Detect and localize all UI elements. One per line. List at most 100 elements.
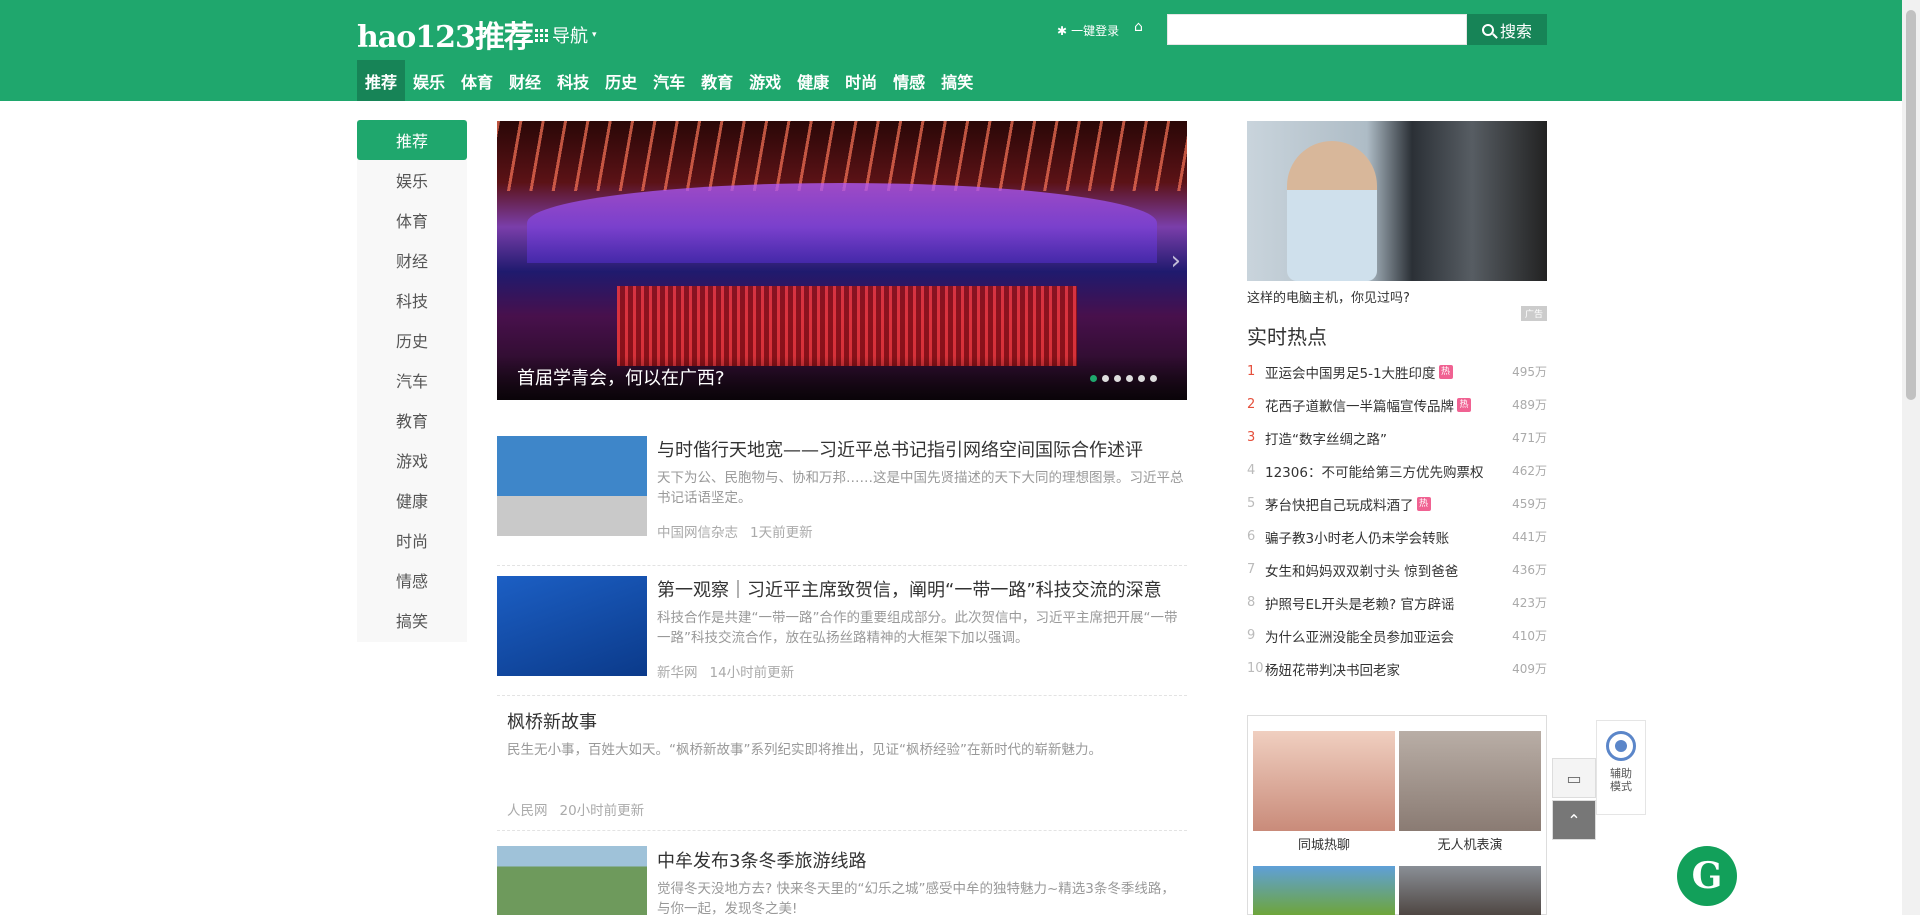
category-tab[interactable]: 健康 bbox=[789, 60, 837, 101]
category-tab[interactable]: 科技 bbox=[549, 60, 597, 101]
message-icon[interactable]: ▭ bbox=[1552, 758, 1596, 798]
hot-text[interactable]: 为什么亚洲没能全员参加亚运会 bbox=[1265, 626, 1454, 646]
hot-item[interactable]: 1 亚运会中国男足5-1大胜印度热 495万 bbox=[1247, 355, 1547, 388]
feed-title[interactable]: 中牟发布3条冬季旅游线路 bbox=[657, 847, 866, 873]
feed-title[interactable]: 枫桥新故事 bbox=[507, 708, 597, 734]
logo[interactable]: hao123推荐 bbox=[357, 12, 534, 56]
rec-card[interactable] bbox=[1253, 866, 1395, 915]
sidebar-item[interactable]: 健康 bbox=[357, 480, 467, 520]
sidebar-item[interactable]: 科技 bbox=[357, 280, 467, 320]
scrollbar-thumb[interactable] bbox=[1906, 10, 1916, 400]
hot-item[interactable]: 9 为什么亚洲没能全员参加亚运会 410万 bbox=[1247, 619, 1547, 652]
ad-caption[interactable]: 这样的电脑主机，你见过吗? bbox=[1247, 287, 1547, 306]
sidebar-item[interactable]: 推荐 bbox=[357, 120, 467, 160]
sidebar-item[interactable]: 财经 bbox=[357, 240, 467, 280]
hot-text[interactable]: 茅台快把自己玩成料酒了 bbox=[1265, 494, 1414, 514]
hot-item[interactable]: 6 骗子教3小时老人仍未学会转账 441万 bbox=[1247, 520, 1547, 553]
sidebar-item[interactable]: 体育 bbox=[357, 200, 467, 240]
category-tab[interactable]: 情感 bbox=[885, 60, 933, 101]
rec-card[interactable] bbox=[1399, 866, 1541, 915]
hot-item[interactable]: 10 杨妞花带判决书回老家 409万 bbox=[1247, 652, 1547, 685]
hot-text[interactable]: 花西子道歉信一半篇幅宣传品牌 bbox=[1265, 395, 1454, 415]
carousel-dot[interactable] bbox=[1126, 375, 1133, 382]
login-link[interactable]: ✱ 一键登录 bbox=[1057, 22, 1119, 39]
category-tab[interactable]: 时尚 bbox=[837, 60, 885, 101]
ad-image[interactable] bbox=[1247, 121, 1547, 281]
hot-item[interactable]: 7 女生和妈妈双双剃寸头 惊到爸爸 436万 bbox=[1247, 553, 1547, 586]
feed-thumbnail[interactable] bbox=[497, 576, 647, 676]
assist-mode-button[interactable]: 辅助模式 bbox=[1596, 720, 1646, 815]
feed-time: 14小时前更新 bbox=[709, 665, 795, 681]
category-tab[interactable]: 教育 bbox=[693, 60, 741, 101]
feed-title[interactable]: 第一观察｜习近平主席致贺信，阐明“一带一路”科技交流的深意 bbox=[657, 576, 1162, 602]
rec-label[interactable]: 同城热聊 bbox=[1253, 834, 1395, 853]
sidebar-item[interactable]: 搞笑 bbox=[357, 600, 467, 640]
carousel[interactable]: › 首届学青会，何以在广西? bbox=[497, 121, 1187, 400]
feed-source: 中国网信杂志 bbox=[657, 525, 738, 541]
assist-label: 辅助模式 bbox=[1610, 767, 1632, 793]
sidebar-item[interactable]: 时尚 bbox=[357, 520, 467, 560]
chevron-down-icon: ▾ bbox=[592, 30, 597, 40]
sidebar-item[interactable]: 情感 bbox=[357, 560, 467, 600]
sidebar-item[interactable]: 教育 bbox=[357, 400, 467, 440]
carousel-dot[interactable] bbox=[1090, 375, 1097, 382]
feed-source: 新华网 bbox=[657, 665, 698, 681]
feed-thumbnail[interactable] bbox=[497, 436, 647, 536]
ad-tag[interactable]: 广告 bbox=[1520, 306, 1547, 321]
carousel-dot[interactable] bbox=[1150, 375, 1157, 382]
sidebar-item[interactable]: 历史 bbox=[357, 320, 467, 360]
hot-count: 489万 bbox=[1512, 398, 1547, 412]
sidebar-item[interactable]: 游戏 bbox=[357, 440, 467, 480]
category-tab[interactable]: 搞笑 bbox=[933, 60, 981, 101]
rec-image[interactable] bbox=[1253, 731, 1395, 831]
hot-item[interactable]: 4 12306：不可能给第三方优先购票权 462万 bbox=[1247, 454, 1547, 487]
search-input[interactable] bbox=[1167, 14, 1467, 45]
category-tab[interactable]: 娱乐 bbox=[405, 60, 453, 101]
feed-item[interactable]: 与时偕行天地宽——习近平总书记指引网络空间国际合作述评 天下为公、民胞物与、协和… bbox=[497, 436, 1187, 566]
hot-text[interactable]: 女生和妈妈双双剃寸头 惊到爸爸 bbox=[1265, 560, 1458, 580]
category-tab[interactable]: 财经 bbox=[501, 60, 549, 101]
header-inner: hao123推荐 导航 ▾ ✱ 一键登录 ⌂ 搜索 推荐 娱乐 体育 财经 科技 历史 汽车… bbox=[357, 0, 1547, 101]
hot-text[interactable]: 骗子教3小时老人仍未学会转账 bbox=[1265, 527, 1449, 547]
sidebar-item[interactable]: 娱乐 bbox=[357, 160, 467, 200]
hot-item[interactable]: 8 护照号EL开头是老赖? 官方辟谣 423万 bbox=[1247, 586, 1547, 619]
carousel-dot[interactable] bbox=[1102, 375, 1109, 382]
back-to-top-icon[interactable]: ⌃ bbox=[1552, 800, 1596, 840]
rec-image[interactable] bbox=[1399, 866, 1541, 915]
category-tab[interactable]: 历史 bbox=[597, 60, 645, 101]
hot-text[interactable]: 杨妞花带判决书回老家 bbox=[1265, 659, 1400, 679]
nav-label: 导航 bbox=[552, 26, 588, 47]
category-tab[interactable]: 体育 bbox=[453, 60, 501, 101]
hot-item[interactable]: 5 茅台快把自己玩成料酒了热 459万 bbox=[1247, 487, 1547, 520]
search-button[interactable]: 搜索 bbox=[1467, 14, 1547, 45]
nav-toggle[interactable]: 导航 ▾ bbox=[535, 22, 597, 48]
hot-text[interactable]: 打造“数字丝绸之路” bbox=[1265, 428, 1387, 448]
sidebar-item[interactable]: 汽车 bbox=[357, 360, 467, 400]
category-tab[interactable]: 游戏 bbox=[741, 60, 789, 101]
feed-thumbnail[interactable] bbox=[497, 846, 647, 915]
brand-badge-icon[interactable]: G bbox=[1677, 846, 1737, 906]
hot-item[interactable]: 3 打造“数字丝绸之路” 471万 bbox=[1247, 421, 1547, 454]
hot-count: 462万 bbox=[1512, 464, 1547, 478]
rec-image[interactable] bbox=[1253, 866, 1395, 915]
category-tab[interactable]: 汽车 bbox=[645, 60, 693, 101]
scrollbar[interactable] bbox=[1902, 0, 1920, 915]
hot-text[interactable]: 12306：不可能给第三方优先购票权 bbox=[1265, 461, 1483, 481]
category-tab[interactable]: 推荐 bbox=[357, 60, 406, 101]
chevron-right-icon[interactable]: › bbox=[1171, 246, 1181, 276]
home-icon[interactable]: ⌂ bbox=[1134, 19, 1143, 35]
hot-item[interactable]: 2 花西子道歉信一半篇幅宣传品牌热 489万 bbox=[1247, 388, 1547, 421]
hot-text[interactable]: 亚运会中国男足5-1大胜印度 bbox=[1265, 362, 1436, 382]
feed-title[interactable]: 与时偕行天地宽——习近平总书记指引网络空间国际合作述评 bbox=[657, 436, 1143, 462]
rec-label[interactable]: 无人机表演 bbox=[1399, 834, 1541, 853]
rec-image[interactable] bbox=[1399, 731, 1541, 831]
carousel-dot[interactable] bbox=[1114, 375, 1121, 382]
carousel-dot[interactable] bbox=[1138, 375, 1145, 382]
feed-item[interactable]: 第一观察｜习近平主席致贺信，阐明“一带一路”科技交流的深意 科技合作是共建“一带… bbox=[497, 566, 1187, 696]
feed-item[interactable]: 枫桥新故事 民生无小事，百姓大如天。“枫桥新故事”系列纪实即将推出，见证“枫桥经… bbox=[497, 696, 1187, 831]
feed-item[interactable]: 中牟发布3条冬季旅游线路 觉得冬天没地方去? 快来冬天里的“幻乐之城”感受中牟的… bbox=[497, 831, 1187, 917]
rec-card[interactable]: 同城热聊 bbox=[1253, 731, 1395, 853]
rec-card[interactable]: 无人机表演 bbox=[1399, 731, 1541, 853]
main-feed: › 首届学青会，何以在广西? 与时偕行天地宽——习近平总书记指引网络空间国际合作… bbox=[497, 121, 1187, 917]
hot-text[interactable]: 护照号EL开头是老赖? 官方辟谣 bbox=[1265, 593, 1455, 613]
